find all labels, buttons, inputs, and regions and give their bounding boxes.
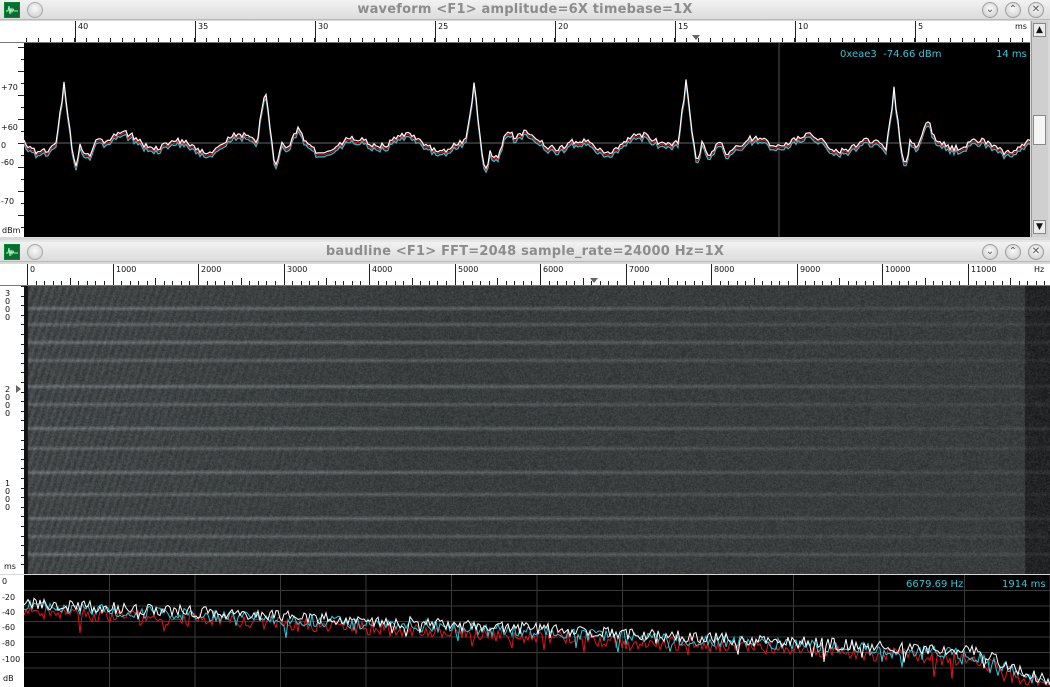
baudline-window: baudline <F1> FFT=2048 sample_rate=24000… xyxy=(0,242,1050,687)
time-tick-label: 25 xyxy=(438,22,449,31)
frequency-unit-label: Hz xyxy=(1034,265,1045,274)
spectrum-readout-time: 1914 ms xyxy=(1002,579,1046,590)
waveform-amplitude-ruler[interactable]: +70 +60 0 -60 -70 dBm xyxy=(0,43,24,237)
db-tick-label: -80 xyxy=(2,639,16,648)
frequency-tick-label: 8000 xyxy=(714,265,735,274)
time-tick-label: 1 0 0 0 xyxy=(5,479,11,512)
waveform-scrollbar[interactable]: ▲ ▼ xyxy=(1031,21,1048,237)
waveform-plot[interactable]: 0xeae3 -74.66 dBm 14 ms xyxy=(24,43,1030,237)
db-unit-label: dB xyxy=(3,674,14,683)
waveform-titlebar[interactable]: waveform <F1> amplitude=6X timebase=1X ⌄… xyxy=(0,0,1050,20)
spectrum-plot[interactable]: 6679.69 Hz 1914 ms xyxy=(24,575,1050,687)
db-tick-label: -40 xyxy=(2,608,16,617)
waveform-trace-cyan xyxy=(24,83,1030,174)
waveform-trace-red xyxy=(24,81,1030,172)
time-tick-label: 35 xyxy=(198,22,209,31)
ruler-corner xyxy=(0,264,24,286)
minimize-icon[interactable]: ⌄ xyxy=(982,2,998,18)
waveform-trace xyxy=(24,43,1030,237)
spectrogram-display[interactable] xyxy=(24,286,1050,574)
scroll-thumb[interactable] xyxy=(1033,115,1046,145)
time-tick-label: 5 xyxy=(918,22,924,31)
maximize-icon[interactable]: ⌃ xyxy=(1005,2,1021,18)
time-tick-label: 30 xyxy=(318,22,329,31)
time-tick-label: 40 xyxy=(78,22,89,31)
waveform-readout-time: 14 ms xyxy=(996,49,1027,60)
spectrum-db-ruler[interactable]: 0 -20 -40 -60 -80 -100 dB xyxy=(0,575,24,687)
scroll-up-icon[interactable]: ▲ xyxy=(1033,23,1046,37)
baudline-titlebar[interactable]: baudline <F1> FFT=2048 sample_rate=24000… xyxy=(0,242,1050,262)
spectrogram-time-ruler[interactable]: 3 0 0 0 2 0 0 0 1 0 0 0 ms xyxy=(0,286,24,574)
db-tick-label: -60 xyxy=(2,623,16,632)
amplitude-tick-label: -60 xyxy=(1,158,15,167)
amplitude-unit-label: dBm xyxy=(2,226,21,235)
frequency-tick-label: 9000 xyxy=(800,265,821,274)
time-tick-label: 20 xyxy=(558,22,569,31)
frequency-tick-label: 3000 xyxy=(287,265,308,274)
amplitude-tick-label: -70 xyxy=(1,197,15,206)
waveform-time-ruler[interactable]: 40 35 30 25 20 15 10 5 ms xyxy=(24,21,1030,43)
spectrum-trace xyxy=(24,575,1050,687)
cursor-marker-icon[interactable] xyxy=(692,35,700,40)
cursor-marker-icon[interactable] xyxy=(16,385,21,393)
frequency-tick-label: 6000 xyxy=(543,265,564,274)
frequency-tick-label: 2000 xyxy=(201,265,222,274)
db-tick-label: -20 xyxy=(2,593,16,602)
waveform-window: waveform <F1> amplitude=6X timebase=1X ⌄… xyxy=(0,0,1050,240)
frequency-tick-label: 10000 xyxy=(885,265,911,274)
frequency-ruler[interactable]: 0 1000 2000 3000 4000 5000 6000 7000 8000 9000 100… xyxy=(24,264,1050,286)
baudline-window-title: baudline <F1> FFT=2048 sample_rate=24000… xyxy=(325,244,725,259)
ruler-corner xyxy=(0,21,24,43)
time-tick-label: 15 xyxy=(678,22,689,31)
close-icon[interactable]: ✕ xyxy=(1028,244,1044,260)
db-tick-label: 0 xyxy=(2,577,8,586)
cursor-marker-icon[interactable] xyxy=(590,278,598,283)
waveform-readout-value: 0xeae3 -74.66 dBm xyxy=(840,49,942,60)
spectrogram-image xyxy=(24,286,1050,574)
scroll-down-icon[interactable]: ▼ xyxy=(1033,220,1046,234)
amplitude-tick-label: +60 xyxy=(1,123,18,132)
time-tick-label: 10 xyxy=(798,22,809,31)
frequency-tick-label: 4000 xyxy=(372,265,393,274)
db-tick-label: -100 xyxy=(2,655,21,664)
time-tick-label: 3 0 0 0 xyxy=(5,289,11,322)
close-icon[interactable]: ✕ xyxy=(1028,2,1044,18)
time-tick-label: 2 0 0 0 xyxy=(5,385,11,418)
frequency-tick-label: 7000 xyxy=(629,265,650,274)
waveform-window-title: waveform <F1> amplitude=6X timebase=1X xyxy=(357,2,693,17)
frequency-tick-label: 1000 xyxy=(116,265,137,274)
spectrum-readout-frequency: 6679.69 Hz xyxy=(906,579,964,590)
time-unit-label: ms xyxy=(4,562,16,571)
amplitude-tick-label: 0 xyxy=(1,141,7,150)
frequency-tick-label: 5000 xyxy=(458,265,479,274)
time-unit-label: ms xyxy=(1015,22,1027,31)
waveform-trace-white xyxy=(24,79,1030,170)
frequency-tick-label: 0 xyxy=(30,265,36,274)
maximize-icon[interactable]: ⌃ xyxy=(1005,244,1021,260)
amplitude-tick-label: +70 xyxy=(1,83,18,92)
frequency-tick-label: 11000 xyxy=(971,265,997,274)
minimize-icon[interactable]: ⌄ xyxy=(982,244,998,260)
